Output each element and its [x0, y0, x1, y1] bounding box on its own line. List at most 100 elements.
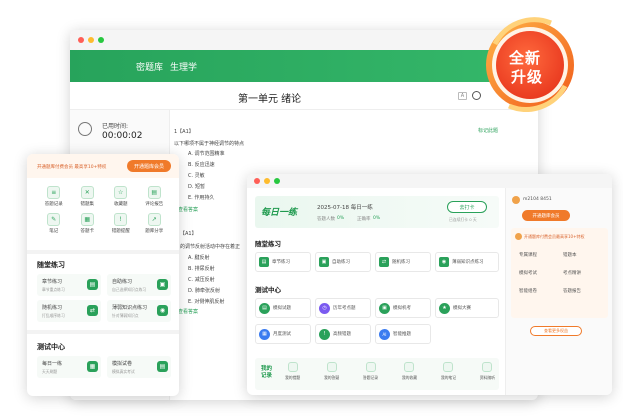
record-qa[interactable]: 我的答疑	[324, 362, 339, 381]
tool-answer-sheet[interactable]: ▦ 答题卡	[71, 213, 105, 234]
test-frequent-wrong[interactable]: ! 高频错题	[315, 324, 371, 344]
pencil-icon: ✎	[47, 213, 61, 226]
card-title: 章节练习	[42, 279, 63, 285]
q1-option-d[interactable]: D. 短暂	[188, 183, 205, 190]
tool-share[interactable]: ↗ 题库分享	[138, 213, 172, 234]
shuffle-icon: ⇄	[379, 257, 389, 267]
practice-chapter-card[interactable]: 章节练习 章节重点练习 ▤	[37, 274, 101, 296]
close-dot[interactable]	[254, 178, 260, 184]
record-history[interactable]: 答题记录	[363, 362, 378, 381]
front-random-practice[interactable]: ⇄ 随机练习	[375, 252, 431, 272]
tool-favorites[interactable]: ☆ 收藏题	[104, 186, 138, 207]
back-window-controls	[78, 37, 104, 43]
alert-icon: !	[319, 328, 330, 340]
vip-banner: 开通题库付费会员 最高享10+特权 开通题库会员	[27, 154, 179, 178]
paper-icon: ▤	[259, 302, 270, 314]
record-icon: ≡	[47, 186, 61, 199]
test-smart-recommend[interactable]: AI 智能推题	[375, 324, 431, 344]
record-notes[interactable]: 我的笔记	[441, 362, 456, 381]
front-weak-practice[interactable]: ◉ 薄弱知识点练习	[435, 252, 499, 272]
test-mock-computer[interactable]: ▣ 模拟机考	[375, 298, 431, 318]
feature-3: 模拟考试	[519, 271, 537, 276]
checkin-sub: 已连续打卡 0 天	[449, 217, 477, 222]
record-favorites[interactable]: 我的收藏	[402, 362, 417, 381]
record-label: 答题记录	[362, 375, 379, 380]
btn-label: 模拟大赛	[453, 306, 471, 311]
minimize-dot[interactable]	[264, 178, 270, 184]
back-header-bar: 密题库 生理学	[70, 50, 538, 82]
q2-view-answer-link[interactable]: 查看答案	[178, 308, 198, 315]
mark-question-link[interactable]: 标记此题	[478, 127, 498, 134]
right-vip-button[interactable]: 开通题库会员	[522, 210, 570, 221]
q1-option-c[interactable]: C. 灵敏	[188, 172, 205, 179]
close-dot[interactable]	[78, 37, 84, 43]
practice-weak-card[interactable]: 薄弱知识点练习 针对薄弱知识点 ◉	[107, 300, 171, 322]
record-label: 我的收藏	[401, 375, 418, 380]
question-1-text: 以下哪项不属于神经调节的特点	[174, 141, 245, 147]
question-1-tag: 1【A1】	[174, 129, 194, 135]
star-icon	[404, 362, 415, 372]
zoom-icon[interactable]	[472, 91, 481, 100]
test-daily-card[interactable]: 每日一练 天天刷题 ▦	[37, 356, 101, 378]
front-section-test: 测试中心	[255, 286, 281, 294]
front-chapter-practice[interactable]: ▤ 章节练习	[255, 252, 311, 272]
new-upgrade-badge: 全新 升级	[481, 14, 579, 112]
wrong-icon	[287, 362, 298, 372]
tool-grid: ≡ 答题记录 ✕ 错题集 ☆ 收藏题 ▤ 评论报告 ✎ 笔记 ▦ 答题卡 ! 错题提醒 ↗ 题库…	[37, 186, 171, 234]
card-desc: 模拟真实考试	[112, 369, 135, 374]
practice-random-card[interactable]: 随机练习 打乱顺序练习 ⇄	[37, 300, 101, 322]
brand-label[interactable]: 密题库	[136, 60, 163, 73]
q1-option-a[interactable]: A. 调节范围精准	[188, 150, 225, 157]
tool-wrong-set[interactable]: ✕ 错题集	[71, 186, 105, 207]
btn-label: 薄弱知识点练习	[452, 260, 484, 265]
record-audio[interactable]: 资料随听	[480, 362, 495, 381]
test-monthly[interactable]: ▦ 月度测试	[255, 324, 311, 344]
vip-benefits-card: 开通题库付费会员最高享10+特权 专属课程 错题本 模拟考试 考点精讲 智能组卷…	[511, 228, 608, 318]
q2-option-d[interactable]: D. 肺牵张反射	[188, 287, 220, 294]
test-past-points[interactable]: ◷ 历年考点题	[315, 298, 371, 318]
q2-option-a[interactable]: A. 腱反射	[188, 254, 210, 261]
pencil-icon	[443, 362, 454, 372]
stat-1-value: 0%	[337, 216, 345, 221]
q1-option-e[interactable]: E. 作用持久	[188, 194, 214, 201]
q2-option-e[interactable]: E. 对侧伸肌反射	[188, 298, 224, 305]
tool-report[interactable]: ▤ 评论报告	[138, 186, 172, 207]
question-2-text: 的调节反射活动中存在着正	[180, 244, 241, 250]
maximize-dot[interactable]	[98, 37, 104, 43]
record-wrong[interactable]: 我的错题	[285, 362, 300, 381]
minimize-dot[interactable]	[88, 37, 94, 43]
card-title: 模拟试卷	[112, 361, 133, 367]
q1-view-answer-link[interactable]: 查看答案	[178, 206, 198, 213]
avatar[interactable]	[512, 196, 520, 204]
right-more-button[interactable]: 查看更多权益	[530, 326, 582, 336]
stat-2-value: 0%	[373, 216, 381, 221]
test-mock-questions[interactable]: ▤ 模拟试题	[255, 298, 311, 318]
q2-option-c[interactable]: C. 减压反射	[188, 276, 215, 283]
tool-label: 收藏题	[114, 202, 128, 207]
computer-icon: ▣	[379, 302, 390, 314]
section-practice-title: 随堂练习	[37, 261, 65, 269]
target-icon: ◉	[439, 257, 449, 267]
front-self-practice[interactable]: ▣ 自助练习	[315, 252, 371, 272]
chapter-icon: ▤	[87, 279, 98, 290]
subject-label[interactable]: 生理学	[170, 60, 197, 73]
q2-option-b[interactable]: B. 排尿反射	[188, 265, 215, 272]
records-list: 我的错题 我的答疑 答题记录 我的收藏 我的笔记 资料随听	[285, 362, 495, 381]
q1-option-b[interactable]: B. 反应迅速	[188, 161, 215, 168]
practice-self-card[interactable]: 自助练习 自己选择知识点练习 ▣	[107, 274, 171, 296]
headphone-icon	[482, 362, 493, 372]
history-icon: ◷	[319, 302, 330, 314]
test-mock-card[interactable]: 模拟试卷 模拟真实考试 ▤	[107, 356, 171, 378]
feature-4: 考点精讲	[563, 271, 581, 276]
checkin-button[interactable]: 去打卡	[447, 201, 487, 213]
tool-answer-record[interactable]: ≡ 答题记录	[37, 186, 71, 207]
tool-notes[interactable]: ✎ 笔记	[37, 213, 71, 234]
font-size-icon[interactable]: A	[458, 92, 467, 100]
test-mock-contest[interactable]: ★ 模拟大赛	[435, 298, 499, 318]
calendar-icon: ▦	[87, 361, 98, 372]
maximize-dot[interactable]	[274, 178, 280, 184]
vip-open-button[interactable]: 开通题库会员	[127, 160, 171, 172]
tool-reminder[interactable]: ! 错题提醒	[104, 213, 138, 234]
star-icon: ☆	[114, 186, 128, 199]
right-promo: 开通题库付费会员最高享10+特权	[524, 234, 585, 239]
